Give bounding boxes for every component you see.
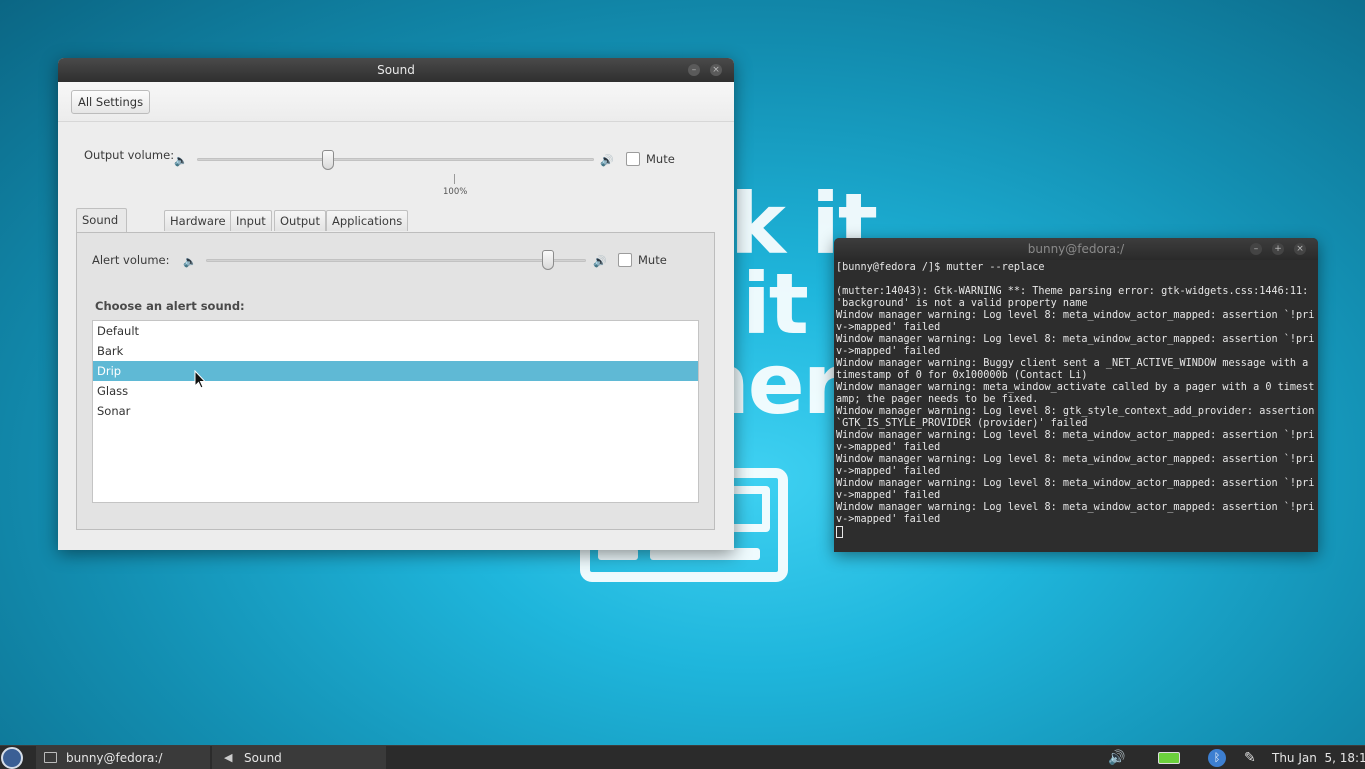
alert-volume-high-icon: 🔊 bbox=[593, 255, 607, 268]
terminal-line: Window manager warning: Log level 8: met… bbox=[836, 310, 1315, 333]
tab-applications[interactable]: Applications bbox=[326, 210, 409, 231]
terminal-line: Window manager warning: Buggy client sen… bbox=[836, 358, 1315, 381]
tab-hardware[interactable]: Hardware bbox=[164, 210, 232, 231]
terminal-output[interactable]: [bunny@fedora /]$ mutter --replace (mutt… bbox=[834, 260, 1318, 540]
volume-low-icon: 🔈 bbox=[174, 154, 188, 167]
all-settings-button[interactable]: All Settings bbox=[71, 90, 151, 114]
terminal-line: Window manager warning: Log level 8: met… bbox=[836, 430, 1315, 453]
toolbar: All Settings bbox=[58, 82, 734, 122]
sound-effects-panel: Alert volume: 🔈 🔊 Mute Choose an alert s… bbox=[76, 232, 715, 530]
list-item[interactable]: Sonar bbox=[93, 401, 698, 421]
list-item[interactable]: Bark bbox=[93, 341, 698, 361]
terminal-window[interactable]: bunny@fedora:/ – + × [bunny@fedora /]$ m… bbox=[834, 238, 1318, 552]
output-mute-checkbox[interactable] bbox=[626, 152, 640, 166]
terminal-line: Window manager warning: Log level 8: met… bbox=[836, 478, 1315, 501]
list-item[interactable]: Glass bbox=[93, 381, 698, 401]
close-icon[interactable]: × bbox=[1294, 243, 1306, 255]
window-title: Sound bbox=[377, 63, 415, 77]
terminal-line: [bunny@fedora /]$ mutter --replace bbox=[836, 262, 1045, 273]
list-item[interactable]: Default bbox=[93, 321, 698, 341]
terminal-titlebar[interactable]: bunny@fedora:/ – + × bbox=[834, 238, 1318, 260]
maximize-icon[interactable]: + bbox=[1272, 243, 1284, 255]
tab-sound-effects[interactable]: Sound Effects bbox=[76, 208, 128, 249]
volume-tray-icon[interactable]: 🔊 bbox=[1108, 746, 1125, 769]
network-icon[interactable]: ✎ bbox=[1244, 746, 1256, 769]
alert-sound-list[interactable]: Default Bark Drip Glass Sonar bbox=[92, 320, 699, 503]
alert-volume-low-icon: 🔈 bbox=[183, 255, 197, 268]
terminal-line: Window manager warning: Log level 8: met… bbox=[836, 334, 1315, 357]
speaker-icon: ◀ bbox=[224, 751, 233, 764]
terminal-line: Window manager warning: meta_window_acti… bbox=[836, 382, 1315, 405]
alert-mute-label[interactable]: Mute bbox=[638, 253, 667, 267]
terminal-line: Window manager warning: Log level 8: gtk… bbox=[836, 406, 1321, 429]
terminal-line: Window manager warning: Log level 8: met… bbox=[836, 502, 1315, 525]
tab-input[interactable]: Input bbox=[230, 210, 272, 231]
alert-volume-knob[interactable] bbox=[542, 250, 554, 270]
close-icon[interactable]: × bbox=[710, 64, 722, 76]
list-item-selected[interactable]: Drip bbox=[93, 361, 698, 381]
wallpaper-text-2: it bbox=[742, 255, 809, 353]
mouse-pointer-icon bbox=[194, 370, 206, 389]
terminal-title: bunny@fedora:/ bbox=[1027, 242, 1125, 256]
bluetooth-icon[interactable]: ᛒ bbox=[1208, 749, 1226, 767]
taskbar-task-label: Sound bbox=[244, 751, 282, 765]
output-mute-label[interactable]: Mute bbox=[646, 152, 675, 166]
terminal-line: Window manager warning: Log level 8: met… bbox=[836, 454, 1315, 477]
alert-volume-slider[interactable] bbox=[206, 259, 586, 262]
alert-volume-label: Alert volume: bbox=[92, 253, 170, 267]
fedora-menu-icon[interactable] bbox=[1, 747, 23, 769]
terminal-icon bbox=[44, 752, 57, 763]
sound-window-titlebar[interactable]: Sound – × bbox=[58, 58, 734, 82]
choose-alert-sound-label: Choose an alert sound: bbox=[95, 299, 245, 313]
clock[interactable]: Thu Jan 5, 18:11 bbox=[1272, 746, 1365, 769]
output-volume-slider[interactable] bbox=[197, 158, 594, 161]
minimize-icon[interactable]: – bbox=[688, 64, 700, 76]
terminal-line: (mutter:14043): Gtk-WARNING **: Theme pa… bbox=[836, 286, 1315, 309]
terminal-cursor bbox=[836, 526, 843, 538]
battery-icon[interactable] bbox=[1158, 752, 1180, 764]
taskbar-task-label: bunny@fedora:/ bbox=[66, 751, 163, 765]
output-100-tick-label: 100% bbox=[443, 187, 468, 197]
tab-output[interactable]: Output bbox=[274, 210, 326, 231]
taskbar-task-terminal[interactable]: bunny@fedora:/ bbox=[36, 746, 210, 769]
sound-window: Sound – × All Settings Output volume: 🔈 … bbox=[58, 58, 734, 550]
volume-high-icon: 🔊 bbox=[600, 154, 614, 167]
output-volume-label: Output volume: bbox=[84, 148, 175, 162]
taskbar-task-sound[interactable]: ◀ Sound bbox=[212, 746, 386, 769]
minimize-icon[interactable]: – bbox=[1250, 243, 1262, 255]
output-100-tick bbox=[454, 174, 455, 184]
output-volume-knob[interactable] bbox=[322, 150, 334, 170]
taskbar: bunny@fedora:/ ◀ Sound 🔊 ᛒ ✎ Thu Jan 5, … bbox=[0, 745, 1365, 769]
alert-mute-checkbox[interactable] bbox=[618, 253, 632, 267]
